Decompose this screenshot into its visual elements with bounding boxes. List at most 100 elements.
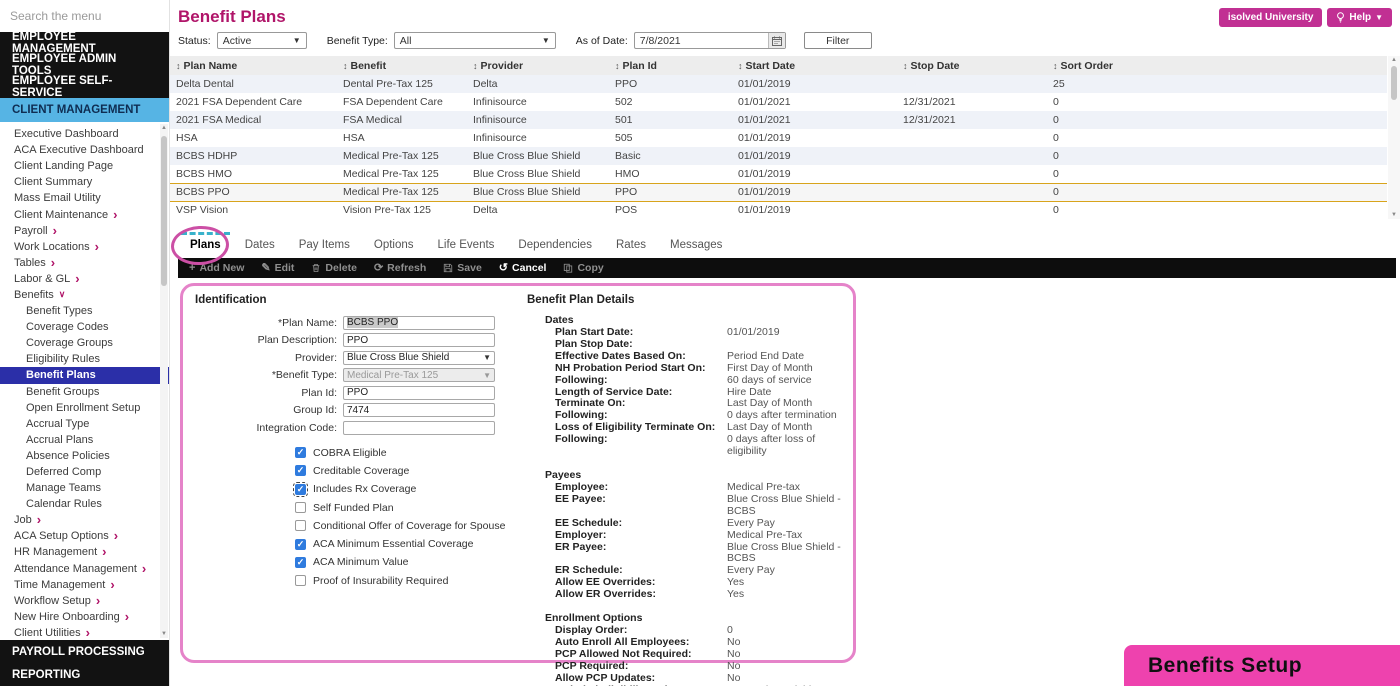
isolved-university-button[interactable]: isolved University <box>1219 8 1323 27</box>
sidebar-item-benefit-plans[interactable]: Benefit Plans <box>0 367 169 383</box>
column-header-plan-name[interactable]: ↕Plan Name <box>170 56 337 75</box>
tab-pay-items[interactable]: Pay Items <box>287 235 362 255</box>
aca-minimum-value-checkbox[interactable]: ✓ACA Minimum Value <box>295 553 515 571</box>
table-row-2021-fsa-medical[interactable]: 2021 FSA MedicalFSA MedicalInfinisource5… <box>170 111 1387 129</box>
sidebar-item-eligibility-rules[interactable]: Eligibility Rules <box>0 351 169 367</box>
integration-code-input[interactable] <box>343 421 495 435</box>
benefit-type-select[interactable]: All ▼ <box>394 32 556 49</box>
sidebar-item-client-utilities[interactable]: Client Utilities› <box>0 625 169 640</box>
as-of-date-input[interactable]: 7/8/2021 <box>634 32 786 49</box>
menu-search[interactable] <box>0 0 169 32</box>
sidebar-item-accrual-type[interactable]: Accrual Type <box>0 416 169 432</box>
sidebar-item-job[interactable]: Job› <box>0 512 169 528</box>
sidebar-item-payroll[interactable]: Payroll› <box>0 223 169 239</box>
column-header-benefit[interactable]: ↕Benefit <box>337 56 467 75</box>
tab-rates[interactable]: Rates <box>604 235 658 255</box>
cancel-button[interactable]: ↺Cancel <box>499 262 547 274</box>
column-header-start-date[interactable]: ↕Start Date <box>732 56 897 75</box>
save-button[interactable]: Save <box>443 262 482 274</box>
scroll-up-icon[interactable]: ▲ <box>1391 56 1397 64</box>
edit-button[interactable]: ✎Edit <box>261 262 294 274</box>
scroll-down-icon[interactable]: ▼ <box>161 630 167 638</box>
table-row-bcbs-ppo[interactable]: BCBS PPOMedical Pre-Tax 125Blue Cross Bl… <box>170 183 1387 201</box>
provider-select[interactable]: Blue Cross Blue Shield▼ <box>343 351 495 365</box>
help-button[interactable]: Help ▼ <box>1327 8 1392 27</box>
plan-id-input[interactable]: PPO <box>343 386 495 400</box>
copy-button[interactable]: Copy <box>563 262 603 274</box>
scrollbar-thumb[interactable] <box>161 136 167 286</box>
sidebar-section-reporting[interactable]: REPORTING <box>0 663 169 686</box>
sidebar-item-benefits[interactable]: Benefits∨ <box>0 287 169 303</box>
cobra-eligible-checkbox[interactable]: ✓COBRA Eligible <box>295 444 515 462</box>
sidebar-section-payroll-processing[interactable]: PAYROLL PROCESSING <box>0 640 169 663</box>
sidebar-item-client-landing-page[interactable]: Client Landing Page <box>0 158 169 174</box>
aca-minimum-essential-coverage-checkbox[interactable]: ✓ACA Minimum Essential Coverage <box>295 535 515 553</box>
sidebar-item-work-locations[interactable]: Work Locations› <box>0 239 169 255</box>
sidebar-section-client-management[interactable]: CLIENT MANAGEMENT <box>0 98 169 122</box>
sidebar-item-time-management[interactable]: Time Management› <box>0 577 169 593</box>
tab-dependencies[interactable]: Dependencies <box>506 235 604 255</box>
refresh-button[interactable]: ⟳Refresh <box>374 262 426 274</box>
detail-label: PCP Required: <box>555 661 727 673</box>
sidebar-item-open-enrollment-setup[interactable]: Open Enrollment Setup <box>0 400 169 416</box>
includes-rx-coverage-checkbox[interactable]: ✓Includes Rx Coverage <box>295 480 515 498</box>
sidebar-item-benefit-types[interactable]: Benefit Types <box>0 303 169 319</box>
tab-life-events[interactable]: Life Events <box>426 235 507 255</box>
table-row-bcbs-hdhp[interactable]: BCBS HDHPMedical Pre-Tax 125Blue Cross B… <box>170 147 1387 165</box>
conditional-offer-of-coverage-for-spouse-checkbox[interactable]: Conditional Offer of Coverage for Spouse <box>295 517 515 535</box>
sidebar-item-tables[interactable]: Tables› <box>0 255 169 271</box>
sidebar-item-executive-dashboard[interactable]: Executive Dashboard <box>0 126 169 142</box>
column-header-plan-id[interactable]: ↕Plan Id <box>609 56 732 75</box>
status-select[interactable]: Active ▼ <box>217 32 307 49</box>
sidebar-section-employee-management[interactable]: EMPLOYEE MANAGEMENT <box>0 32 169 54</box>
sidebar-item-coverage-groups[interactable]: Coverage Groups <box>0 335 169 351</box>
table-row-2021-fsa-dependent-care[interactable]: 2021 FSA Dependent CareFSA Dependent Car… <box>170 93 1387 111</box>
scroll-up-icon[interactable]: ▲ <box>161 124 167 132</box>
creditable-coverage-checkbox[interactable]: ✓Creditable Coverage <box>295 462 515 480</box>
filter-button[interactable]: Filter <box>804 32 872 49</box>
sidebar-item-manage-teams[interactable]: Manage Teams <box>0 480 169 496</box>
table-scrollbar[interactable]: ▲ ▼ <box>1388 56 1400 219</box>
sidebar-item-calendar-rules[interactable]: Calendar Rules <box>0 496 169 512</box>
column-header-stop-date[interactable]: ↕Stop Date <box>897 56 1047 75</box>
column-header-provider[interactable]: ↕Provider <box>467 56 609 75</box>
sidebar-item-absence-policies[interactable]: Absence Policies <box>0 448 169 464</box>
sidebar-section-employee-self-service[interactable]: EMPLOYEE SELF-SERVICE <box>0 76 169 98</box>
sidebar-item-aca-executive-dashboard[interactable]: ACA Executive Dashboard <box>0 142 169 158</box>
group-id-input[interactable]: 7474 <box>343 403 495 417</box>
sidebar-item-coverage-codes[interactable]: Coverage Codes <box>0 319 169 335</box>
sidebar-item-workflow-setup[interactable]: Workflow Setup› <box>0 593 169 609</box>
table-row-delta-dental[interactable]: Delta DentalDental Pre-Tax 125DeltaPPO01… <box>170 75 1387 93</box>
sidebar-item-aca-setup-options[interactable]: ACA Setup Options› <box>0 528 169 544</box>
sidebar-item-hr-management[interactable]: HR Management› <box>0 544 169 560</box>
scroll-down-icon[interactable]: ▼ <box>1391 211 1397 219</box>
tab-dates[interactable]: Dates <box>233 235 287 255</box>
self-funded-plan-checkbox[interactable]: Self Funded Plan <box>295 498 515 516</box>
sidebar-section-employee-admin-tools[interactable]: EMPLOYEE ADMIN TOOLS <box>0 54 169 76</box>
table-row-bcbs-hmo[interactable]: BCBS HMOMedical Pre-Tax 125Blue Cross Bl… <box>170 165 1387 183</box>
plan-name-input[interactable]: BCBS PPO <box>343 316 495 330</box>
table-row-hsa[interactable]: HSAHSAInfinisource50501/01/20190 <box>170 129 1387 147</box>
plan-description-input[interactable]: PPO <box>343 333 495 347</box>
add-new-button[interactable]: +Add New <box>189 262 244 274</box>
sidebar-scrollbar[interactable]: ▲ ▼ <box>160 124 168 638</box>
sidebar-item-benefit-groups[interactable]: Benefit Groups <box>0 384 169 400</box>
sidebar-item-attendance-management[interactable]: Attendance Management› <box>0 561 169 577</box>
delete-button[interactable]: Delete <box>311 262 357 274</box>
calendar-icon[interactable] <box>768 33 785 48</box>
sidebar-item-deferred-comp[interactable]: Deferred Comp <box>0 464 169 480</box>
sidebar-item-client-maintenance[interactable]: Client Maintenance› <box>0 206 169 222</box>
tab-messages[interactable]: Messages <box>658 235 734 255</box>
sidebar-item-mass-email-utility[interactable]: Mass Email Utility <box>0 190 169 206</box>
tab-plans[interactable]: Plans <box>178 235 233 255</box>
table-row-vsp-vision[interactable]: VSP VisionVision Pre-Tax 125DeltaPOS01/0… <box>170 201 1387 219</box>
sidebar-item-client-summary[interactable]: Client Summary <box>0 174 169 190</box>
sidebar-item-accrual-plans[interactable]: Accrual Plans <box>0 432 169 448</box>
tab-options[interactable]: Options <box>362 235 426 255</box>
column-header-sort-order[interactable]: ↕Sort Order <box>1047 56 1387 75</box>
sidebar-item-labor-gl[interactable]: Labor & GL› <box>0 271 169 287</box>
scrollbar-thumb[interactable] <box>1391 66 1397 100</box>
sidebar-item-new-hire-onboarding[interactable]: New Hire Onboarding› <box>0 609 169 625</box>
search-input[interactable] <box>10 9 159 23</box>
proof-of-insurability-required-checkbox[interactable]: Proof of Insurability Required <box>295 572 515 590</box>
